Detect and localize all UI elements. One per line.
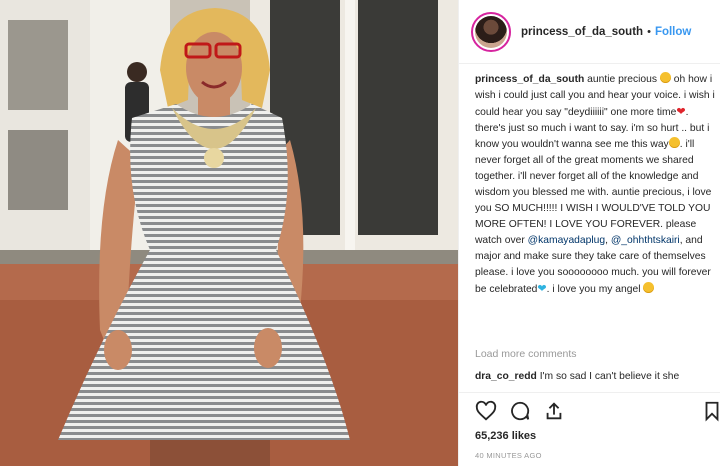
caption-text-5: , — [605, 235, 608, 246]
load-more-comments-link[interactable]: Load more comments — [475, 348, 577, 360]
comment-username[interactable]: dra_co_redd — [475, 371, 537, 382]
post-timestamp: 40 MINUTES AGO — [475, 451, 542, 460]
caption-text-7: . i love you my angel — [546, 284, 641, 295]
photo-illustration — [0, 0, 458, 466]
sad-face-emoji-icon — [668, 137, 680, 148]
crying-face-emoji-icon — [659, 72, 671, 83]
caption-text-1: auntie precious — [587, 74, 658, 85]
post-photo[interactable] — [0, 0, 458, 466]
crying-face-emoji-icon-2 — [643, 282, 655, 293]
caption-text-4: . i'll never forget all of the great mom… — [475, 139, 712, 246]
heart-icon[interactable] — [475, 400, 497, 422]
post-caption: princess_of_da_south auntie precious oh … — [475, 72, 717, 298]
bookmark-icon[interactable] — [701, 400, 720, 422]
blue-heart-emoji-icon: ❤ — [537, 283, 547, 295]
avatar-image — [475, 15, 507, 48]
header-username[interactable]: princess_of_da_south — [521, 26, 643, 38]
red-heart-emoji-icon: ❤ — [676, 106, 686, 118]
separator-dot: • — [647, 25, 651, 38]
comment-text: I'm so sad I can't believe it she — [539, 371, 680, 382]
post-actions-bar — [459, 392, 720, 428]
follow-button[interactable]: Follow — [655, 26, 691, 38]
comment-item: dra_co_redd I'm so sad I can't believe i… — [475, 371, 715, 382]
likes-count[interactable]: 65,236 likes — [475, 430, 536, 442]
comment-icon[interactable] — [509, 400, 531, 422]
post-header: princess_of_da_south • Follow — [459, 0, 720, 64]
post-side-panel: princess_of_da_south • Follow princess_o… — [458, 0, 720, 466]
avatar[interactable] — [471, 11, 511, 52]
mention-link-2[interactable]: @_ohhthtskairi — [611, 235, 680, 246]
mention-link-1[interactable]: @kamayadaplug — [528, 235, 605, 246]
caption-username[interactable]: princess_of_da_south — [475, 74, 584, 85]
share-icon[interactable] — [543, 400, 565, 422]
